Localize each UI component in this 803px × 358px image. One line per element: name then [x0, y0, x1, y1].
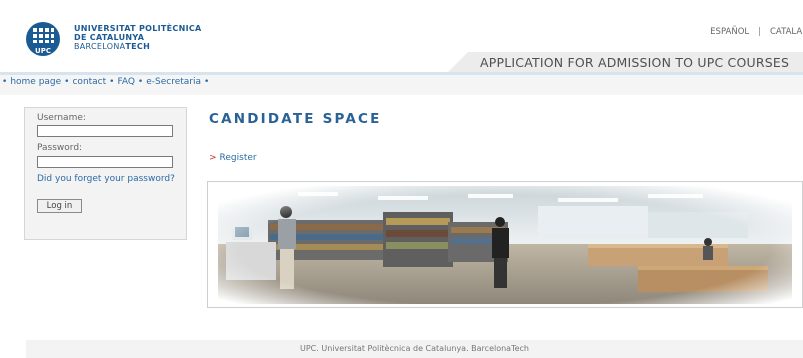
- username-input[interactable]: [37, 125, 173, 137]
- nav-faq-link[interactable]: FAQ: [117, 77, 134, 87]
- university-name-line2: DE CATALUNYA: [74, 33, 145, 42]
- logo-mark-text: UPC: [35, 47, 51, 55]
- footer-text: UPC. Universitat Politècnica de Cataluny…: [299, 344, 529, 353]
- upc-logo-icon[interactable]: UPC: [23, 22, 63, 58]
- nav-bullet: •: [137, 77, 144, 87]
- university-name-line1: UNIVERSITAT POLITÈCNICA: [74, 24, 202, 33]
- nav-bullet: •: [109, 77, 115, 87]
- university-name-line3: BARCELONATECH: [74, 42, 202, 51]
- library-photo: [207, 181, 803, 308]
- nav-bullet: •: [2, 77, 8, 87]
- login-panel: Username: Password: Did you forget your …: [24, 107, 187, 240]
- username-label: Username:: [37, 113, 86, 123]
- nav-bar: • home page • contact • FAQ • e-Secretaria •: [0, 75, 803, 95]
- page-footer: UPC. Universitat Politècnica de Cataluny…: [26, 340, 803, 358]
- register-link[interactable]: > Register: [209, 153, 257, 163]
- page-banner: APPLICATION FOR ADMISSION TO UPC COURSES: [448, 52, 803, 72]
- nav-home-link[interactable]: home page: [10, 77, 61, 87]
- language-switcher: ESPAÑOL | CATALÀ: [710, 27, 803, 37]
- page-title: CANDIDATE SPACE: [209, 111, 382, 127]
- login-button[interactable]: Log in: [37, 199, 82, 213]
- nav-bullet: •: [204, 77, 210, 87]
- password-label: Password:: [37, 143, 83, 153]
- nav-esecretaria-link[interactable]: e-Secretaria: [146, 77, 201, 87]
- password-input[interactable]: [37, 156, 173, 168]
- language-catala-link[interactable]: CATALÀ: [770, 27, 803, 37]
- register-link-label: Register: [219, 153, 257, 163]
- line3-bold: TECH: [125, 42, 151, 51]
- nav-contact-link[interactable]: contact: [72, 77, 106, 87]
- university-name[interactable]: UNIVERSITAT POLITÈCNICA DE CATALUNYA BAR…: [74, 24, 202, 51]
- language-separator: |: [758, 27, 761, 37]
- nav-bullet: •: [64, 77, 70, 87]
- language-espanol-link[interactable]: ESPAÑOL: [710, 27, 749, 37]
- banner-title: APPLICATION FOR ADMISSION TO UPC COURSES: [480, 55, 790, 70]
- forgot-password-link[interactable]: Did you forget your password?: [37, 174, 175, 184]
- nav-links: • home page • contact • FAQ • e-Secretaria •: [2, 77, 212, 87]
- register-arrow-icon: >: [209, 153, 217, 163]
- line3-prefix: BARCELONA: [74, 42, 126, 51]
